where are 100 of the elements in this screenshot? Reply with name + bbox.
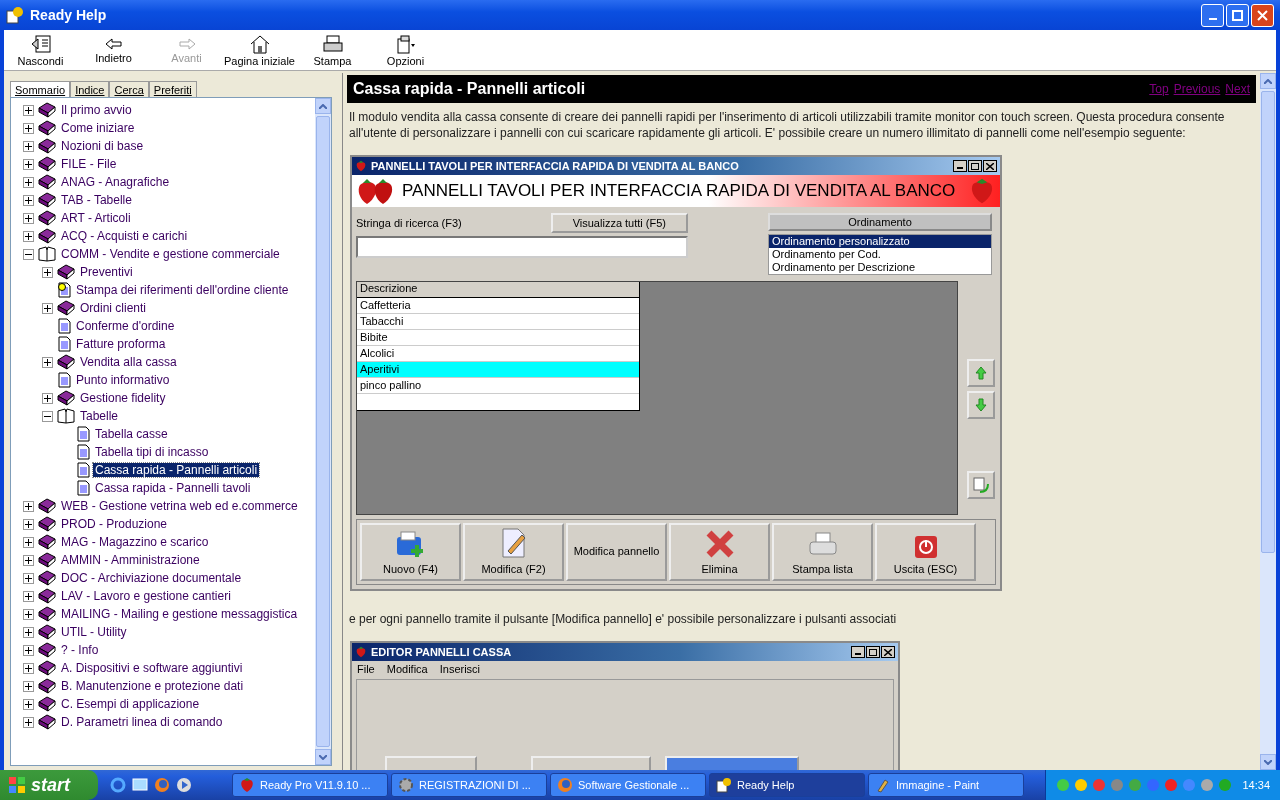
expand-icon[interactable] — [23, 194, 34, 206]
expand-icon[interactable] — [23, 590, 34, 602]
tree-item[interactable]: ACQ - Acquisti e carichi — [59, 229, 190, 243]
expand-icon[interactable] — [23, 230, 34, 242]
show-all-button[interactable]: Visualizza tutti (F5) — [550, 213, 688, 233]
tree-item[interactable]: ? - Info — [59, 643, 101, 657]
tree-item[interactable]: Come iniziare — [59, 121, 137, 135]
tree-item[interactable]: WEB - Gestione vetrina web ed e.commerce — [59, 499, 300, 513]
expand-icon[interactable] — [23, 176, 34, 188]
tree-item[interactable]: DOC - Archiviazione documentale — [59, 571, 244, 585]
close-button[interactable] — [1251, 3, 1274, 27]
grid-row[interactable]: Bibite — [357, 330, 639, 346]
toolbar-button[interactable]: Opzioni — [369, 30, 442, 70]
taskbar-button[interactable]: Ready Help — [709, 773, 865, 797]
tree-item[interactable]: TAB - Tabelle — [59, 193, 134, 207]
scroll-down-icon[interactable] — [1264, 759, 1272, 765]
tree-item[interactable]: Il primo avvio — [59, 103, 134, 117]
tree-item[interactable]: C. Esempi di applicazione — [59, 697, 202, 711]
tree-item[interactable]: D. Parametri linea di comando — [59, 715, 225, 729]
grid-row[interactable]: Alcolici — [357, 346, 639, 362]
taskbar-button[interactable]: Immagine - Paint — [868, 773, 1024, 797]
grid-row[interactable]: pinco pallino — [357, 378, 639, 394]
collapse-icon[interactable] — [42, 410, 53, 422]
expand-icon[interactable] — [42, 302, 53, 314]
scroll-up-icon[interactable] — [1264, 78, 1272, 84]
tree-item[interactable]: Tabelle — [78, 409, 121, 423]
expand-icon[interactable] — [42, 392, 53, 404]
expand-icon[interactable] — [23, 518, 34, 530]
action-button[interactable]: Stampa lista — [772, 523, 873, 581]
move-up-button[interactable] — [967, 359, 995, 387]
maximize-button[interactable] — [1226, 3, 1249, 27]
taskbar-button[interactable]: Ready Pro V11.9.10 ... — [232, 773, 388, 797]
refresh-button[interactable] — [967, 471, 995, 499]
action-button[interactable]: Elimina — [669, 523, 770, 581]
scrollbar[interactable] — [1260, 73, 1276, 770]
toolbar-button[interactable]: Stampa — [296, 30, 369, 70]
menu-item[interactable]: Inserisci — [439, 663, 481, 675]
tree-item[interactable]: Punto informativo — [74, 373, 172, 387]
expand-icon[interactable] — [23, 662, 34, 674]
expand-icon[interactable] — [23, 104, 34, 116]
toolbar-button[interactable]: Pagina iniziale — [223, 30, 296, 70]
tree-item[interactable]: ANAG - Anagrafiche — [59, 175, 172, 189]
tree-item[interactable]: ART - Articoli — [59, 211, 133, 225]
expand-icon[interactable] — [23, 680, 34, 692]
expand-icon[interactable] — [23, 572, 34, 584]
tree-item[interactable]: MAG - Magazzino e scarico — [59, 535, 211, 549]
scrollbar[interactable] — [315, 98, 331, 765]
action-button[interactable]: Modifica (F2) — [463, 523, 564, 581]
expand-icon[interactable] — [23, 554, 34, 566]
tree-item[interactable]: AMMIN - Amministrazione — [59, 553, 202, 567]
collapse-icon[interactable] — [23, 248, 34, 260]
expand-icon[interactable] — [42, 356, 53, 368]
tree-item[interactable]: UTIL - Utility — [59, 625, 129, 639]
expand-icon[interactable] — [23, 212, 34, 224]
taskbar-button[interactable]: REGISTRAZIONI DI ... — [391, 773, 547, 797]
tree-item[interactable]: A. Dispositivi e software aggiuntivi — [59, 661, 245, 675]
expand-icon[interactable] — [23, 140, 34, 152]
minimize-button[interactable] — [1201, 3, 1224, 27]
tree-item[interactable]: Ordini clienti — [78, 301, 149, 315]
menu-item[interactable]: File — [357, 663, 375, 675]
move-down-button[interactable] — [967, 391, 995, 419]
tree-item[interactable]: COMM - Vendite e gestione commerciale — [59, 247, 282, 261]
tree-item[interactable]: Tabella tipi di incasso — [93, 445, 211, 459]
grid-row[interactable]: Caffetteria — [357, 298, 639, 314]
expand-icon[interactable] — [42, 266, 53, 278]
expand-icon[interactable] — [23, 536, 34, 548]
toolbar-button[interactable]: Indietro — [77, 30, 150, 70]
toolbar-button[interactable]: Nascondi — [4, 30, 77, 70]
tree-item[interactable]: Cassa rapida - Pannelli articoli — [93, 463, 260, 477]
tree-item[interactable]: Preventivi — [78, 265, 135, 279]
expand-icon[interactable] — [23, 716, 34, 728]
expand-icon[interactable] — [23, 626, 34, 638]
action-button[interactable]: Modifica pannello — [566, 523, 667, 581]
tree-item[interactable]: Tabella casse — [93, 427, 170, 441]
tree-item[interactable]: Fatture proforma — [74, 337, 168, 351]
expand-icon[interactable] — [23, 158, 34, 170]
start-button[interactable]: start — [0, 770, 98, 800]
desktop-icon[interactable] — [132, 777, 148, 793]
grid-row[interactable]: Aperitivi — [357, 362, 639, 378]
menu-item[interactable]: Modifica — [386, 663, 428, 675]
grid-row[interactable]: Tabacchi — [357, 314, 639, 330]
sort-option[interactable]: Ordinamento personalizzato — [769, 235, 991, 248]
expand-icon[interactable] — [23, 644, 34, 656]
browser-globe-icon[interactable] — [154, 777, 170, 793]
browser-e-icon[interactable] — [110, 777, 126, 793]
expand-icon[interactable] — [23, 122, 34, 134]
taskbar-button[interactable]: Software Gestionale ... — [550, 773, 706, 797]
tree-item[interactable]: PROD - Produzione — [59, 517, 170, 531]
action-button[interactable]: Nuovo (F4) — [360, 523, 461, 581]
expand-icon[interactable] — [23, 500, 34, 512]
scroll-up-icon[interactable] — [319, 103, 327, 109]
tree-item[interactable]: Nozioni di base — [59, 139, 146, 153]
media-player-icon[interactable] — [176, 777, 192, 793]
tree-item[interactable]: Conferme d'ordine — [74, 319, 177, 333]
expand-icon[interactable] — [23, 608, 34, 620]
expand-icon[interactable] — [23, 698, 34, 710]
scroll-down-icon[interactable] — [319, 754, 327, 760]
tree-item[interactable]: Cassa rapida - Pannelli tavoli — [93, 481, 253, 495]
action-button[interactable]: Uscita (ESC) — [875, 523, 976, 581]
tree-item[interactable]: Gestione fidelity — [78, 391, 168, 405]
